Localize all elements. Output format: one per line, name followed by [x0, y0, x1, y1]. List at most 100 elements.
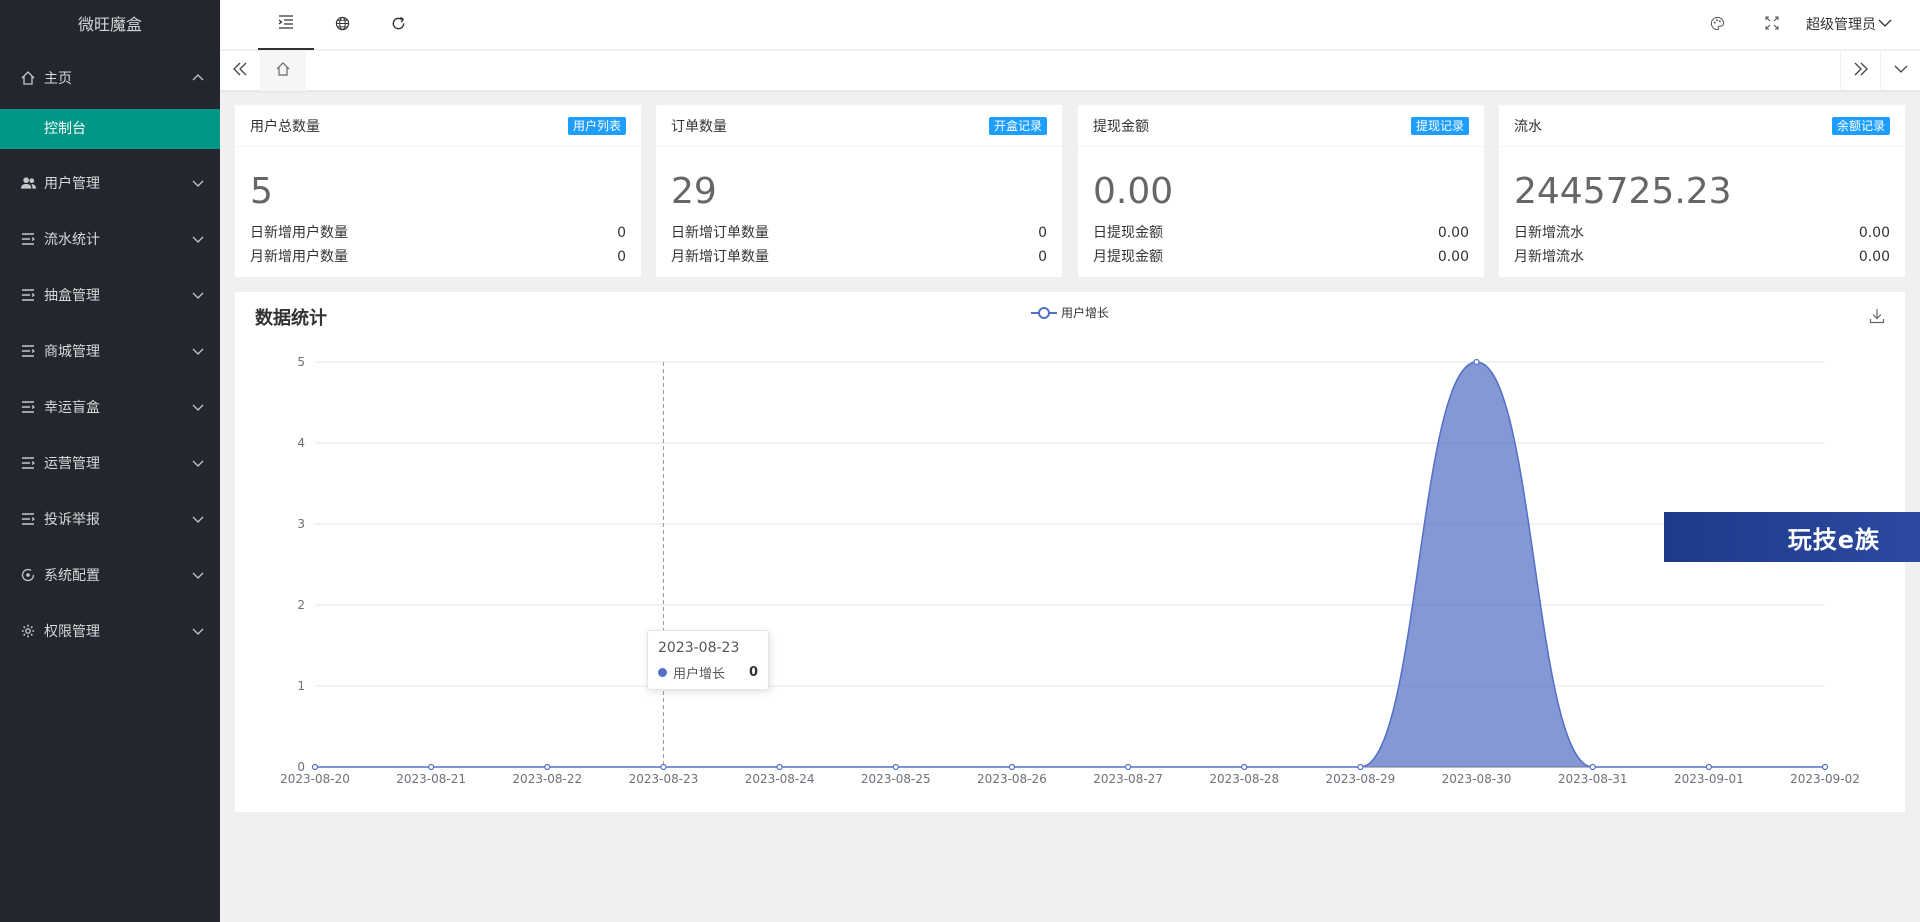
chevron-down-icon — [192, 625, 204, 637]
stat-card: 订单数量 开盒记录 29 日新增订单数量 0 月新增订单数量 0 — [656, 105, 1062, 277]
data-point — [776, 763, 783, 771]
theme-button[interactable] — [1692, 0, 1742, 50]
card-header: 提现金额 提现记录 — [1078, 105, 1484, 147]
card-row-label: 日新增流水 — [1514, 225, 1584, 241]
fullscreen-icon — [1765, 16, 1779, 34]
stat-card: 提现金额 提现记录 0.00 日提现金额 0.00 月提现金额 0.00 — [1078, 105, 1484, 277]
y-tick-label: 2 — [297, 598, 305, 612]
fullscreen-button[interactable] — [1747, 0, 1797, 50]
card-row: 月提现金额 0.00 — [1078, 245, 1484, 269]
card-row-label: 月新增流水 — [1514, 249, 1584, 265]
x-tick-label: 2023-08-25 — [861, 772, 931, 786]
card-row-value: 0 — [617, 225, 626, 241]
tabs-scroll-right-button[interactable] — [1840, 51, 1880, 91]
card-link-badge[interactable]: 用户列表 — [567, 116, 626, 135]
tabs-bar — [220, 51, 1920, 91]
card-row-value: 0.00 — [1858, 225, 1890, 241]
chevron-down-icon — [192, 401, 204, 413]
refresh-icon — [391, 16, 406, 35]
stat-card: 流水 余额记录 2445725.23 日新增流水 0.00 月新增流水 0.00 — [1499, 105, 1905, 277]
sidebar-item-2[interactable]: 抽盒管理 — [0, 267, 220, 323]
gear-icon — [20, 623, 36, 639]
card-row-value: 0.00 — [1437, 225, 1469, 241]
sidebar-item-0[interactable]: 用户管理 — [0, 155, 220, 211]
sidebar: 微旺魔盒 主页 控制台 用户管理流水统计抽盒管理商城管理幸运盲盒运营管理投诉举报… — [0, 0, 220, 922]
card-row-label: 月提现金额 — [1093, 249, 1163, 265]
x-tick-label: 2023-08-27 — [1093, 772, 1163, 786]
card-header: 订单数量 开盒记录 — [656, 105, 1062, 147]
card-row-value: 0.00 — [1858, 249, 1890, 265]
tab-home[interactable] — [260, 51, 306, 91]
data-point — [428, 763, 435, 771]
card-link-badge[interactable]: 余额记录 — [1831, 116, 1890, 135]
card-row: 月新增订单数量 0 — [656, 245, 1062, 269]
sidebar-item-8[interactable]: 权限管理 — [0, 603, 220, 659]
list-icon — [20, 231, 36, 247]
card-row-value: 0 — [1038, 225, 1047, 241]
series-line — [314, 361, 1825, 768]
card-row: 月新增流水 0.00 — [1499, 245, 1905, 269]
user-menu[interactable]: 超级管理员 — [1806, 0, 1892, 50]
sidebar-item-1[interactable]: 流水统计 — [0, 211, 220, 267]
x-tick-label: 2023-08-29 — [1326, 772, 1396, 786]
card-header: 用户总数量 用户列表 — [235, 105, 641, 147]
y-tick-label: 4 — [297, 436, 305, 450]
palette-icon — [1710, 16, 1725, 35]
sidebar-item-7[interactable]: 系统配置 — [0, 547, 220, 603]
card-link-badge[interactable]: 开盒记录 — [988, 116, 1047, 135]
card-value: 29 — [671, 171, 717, 212]
sidebar-item-label: 幸运盲盒 — [44, 400, 100, 416]
home-icon — [20, 70, 36, 86]
sidebar-item-6[interactable]: 投诉举报 — [0, 491, 220, 547]
data-point — [1473, 358, 1480, 366]
chart-area[interactable]: 0 1 2 3 4 5 2023-08-20 2023-08-21 2023-08-22 2023… — [235, 292, 1905, 812]
sidebar-item-4[interactable]: 幸运盲盒 — [0, 379, 220, 435]
chevron-up-icon — [192, 72, 204, 84]
card-row-label: 月新增用户数量 — [250, 249, 348, 265]
watermark-logo: 玩技e族 — [1664, 512, 1920, 562]
data-point — [1821, 763, 1829, 771]
series-area — [315, 362, 1825, 767]
y-tick-label: 1 — [297, 679, 305, 693]
card-title: 用户总数量 — [250, 118, 320, 135]
settings-icon — [20, 567, 36, 583]
data-point — [311, 763, 319, 771]
chevron-down-icon — [192, 513, 204, 525]
sidebar-item-3[interactable]: 商城管理 — [0, 323, 220, 379]
data-point — [1705, 763, 1712, 771]
tabs-scroll-left-button[interactable] — [220, 51, 260, 91]
x-tick-label: 2023-08-23 — [629, 772, 699, 786]
sidebar-subitem-console[interactable]: 控制台 — [0, 109, 220, 149]
x-tick-label: 2023-08-20 — [280, 772, 350, 786]
data-point — [1241, 763, 1248, 771]
sidebar-item-label: 抽盒管理 — [44, 288, 100, 304]
tooltip-date: 2023-08-23 — [658, 640, 740, 656]
x-tick-label: 2023-08-21 — [396, 772, 466, 786]
data-point — [1589, 763, 1596, 771]
tooltip-value: 0 — [748, 665, 758, 680]
sidebar-item-5[interactable]: 运营管理 — [0, 435, 220, 491]
card-value: 0.00 — [1093, 171, 1174, 212]
user-name: 超级管理员 — [1806, 17, 1876, 33]
card-title: 流水 — [1514, 118, 1542, 135]
x-tick-label: 2023-08-24 — [745, 772, 815, 786]
chevron-down-icon — [192, 233, 204, 245]
sidebar-item-label: 运营管理 — [44, 456, 100, 472]
app-logo[interactable]: 微旺魔盒 — [0, 0, 220, 50]
menu-fold-icon — [278, 15, 294, 33]
website-button[interactable] — [314, 0, 370, 50]
tabs-menu-button[interactable] — [1880, 51, 1920, 91]
list-icon — [20, 343, 36, 359]
menu-toggle-button[interactable] — [258, 0, 314, 50]
card-link-badge[interactable]: 提现记录 — [1410, 116, 1469, 135]
double-chevron-right-icon — [1854, 62, 1868, 80]
card-row: 日新增用户数量 0 — [235, 221, 641, 245]
data-point — [1008, 763, 1016, 771]
card-title: 订单数量 — [671, 118, 727, 135]
refresh-button[interactable] — [370, 0, 426, 50]
sidebar-item-label: 流水统计 — [44, 232, 100, 248]
sidebar-item-label: 投诉举报 — [44, 512, 100, 528]
sidebar-item-label: 主页 — [44, 71, 72, 87]
list-icon — [20, 511, 36, 527]
sidebar-item-home[interactable]: 主页 — [0, 50, 220, 106]
